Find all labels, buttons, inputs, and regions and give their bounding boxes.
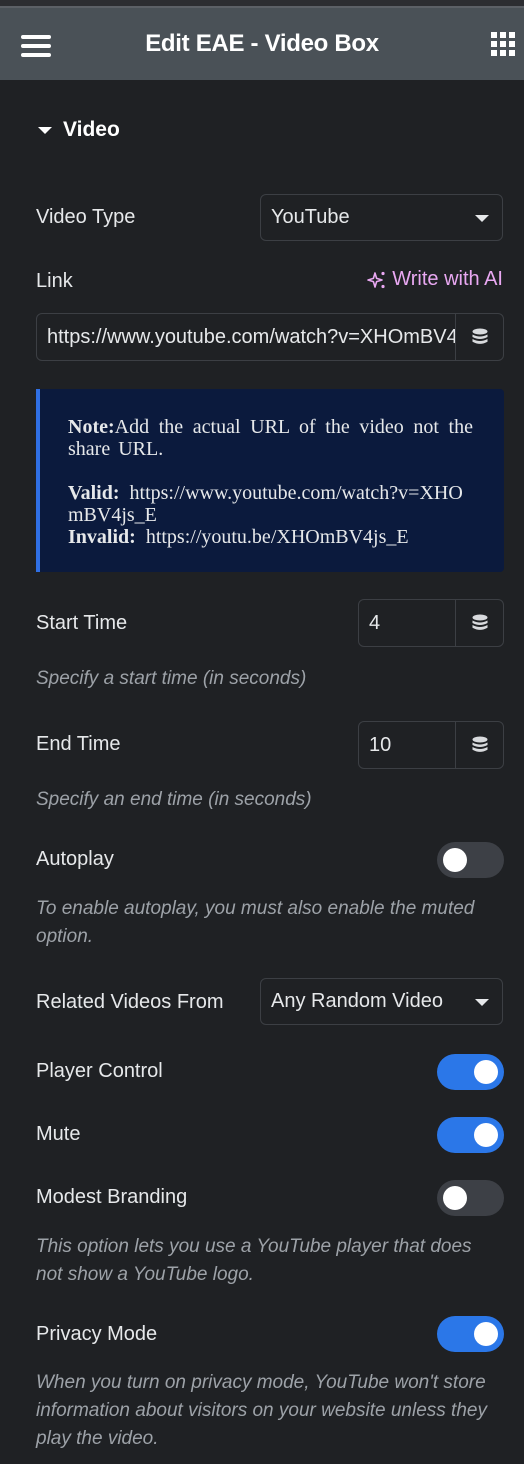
start-time-input-group: 4 [358, 599, 504, 647]
section-toggle-video[interactable]: Video [38, 118, 120, 142]
database-icon [472, 736, 487, 752]
database-icon [472, 614, 487, 630]
video-type-select[interactable]: YouTube [260, 194, 503, 241]
mute-toggle[interactable] [437, 1117, 504, 1153]
valid-line: Valid: https://www.youtube.com/watch?v=X… [68, 482, 473, 526]
note-box: Note:Add the actual URL of the video not… [36, 389, 504, 572]
toggle-knob [474, 1123, 498, 1147]
autoplay-toggle[interactable] [437, 842, 504, 878]
mute-label: Mute [36, 1123, 81, 1145]
toggle-knob [474, 1322, 498, 1346]
chevron-down-icon [475, 999, 489, 1006]
related-videos-value: Any Random Video [271, 990, 443, 1012]
panel-title: Edit EAE - Video Box [145, 30, 379, 57]
privacy-mode-label: Privacy Mode [36, 1323, 158, 1345]
autoplay-hint: To enable autoplay, you must also enable… [36, 898, 475, 947]
end-time-label: End Time [36, 733, 121, 755]
modest-branding-toggle[interactable] [437, 1180, 504, 1216]
chevron-down-icon [475, 215, 489, 222]
valid-label: Valid: [68, 482, 120, 504]
end-time-input-group: 10 [358, 721, 504, 769]
note-text: Add the actual URL of the video not the … [68, 416, 473, 460]
related-videos-select[interactable]: Any Random Video [260, 978, 503, 1025]
write-with-ai-label: Write with AI [392, 268, 503, 290]
video-type-label: Video Type [36, 206, 136, 228]
related-videos-label: Related Videos From [36, 991, 224, 1013]
dynamic-tags-button[interactable] [455, 314, 503, 360]
caret-down-icon [38, 126, 52, 134]
database-icon [472, 328, 487, 344]
modest-branding-label: Modest Branding [36, 1186, 188, 1208]
link-input[interactable]: https://www.youtube.com/watch?v=XHOmBV4j… [37, 314, 455, 360]
video-type-value: YouTube [271, 206, 350, 228]
hamburger-icon[interactable] [21, 35, 51, 57]
start-time-input[interactable]: 4 [359, 600, 455, 646]
panel-header: Edit EAE - Video Box [0, 8, 524, 80]
valid-url: https://www.youtube.com/watch?v=XHOmBV4j… [68, 482, 463, 526]
link-input-group: https://www.youtube.com/watch?v=XHOmBV4j… [36, 313, 504, 361]
player-control-toggle[interactable] [437, 1054, 504, 1090]
invalid-line: Invalid: https://youtu.be/XHOmBV4js_E [68, 526, 473, 548]
modest-branding-hint: This option lets you use a YouTube playe… [36, 1236, 472, 1285]
note-label: Note: [68, 416, 115, 438]
privacy-mode-toggle[interactable] [437, 1316, 504, 1352]
sparkle-icon [367, 271, 385, 288]
autoplay-label: Autoplay [36, 848, 114, 870]
invalid-label: Invalid: [68, 526, 136, 548]
link-label: Link [36, 270, 73, 292]
start-time-label: Start Time [36, 612, 128, 634]
dynamic-tags-button[interactable] [455, 722, 503, 768]
grid-icon[interactable] [491, 32, 515, 56]
toggle-knob [474, 1060, 498, 1084]
end-time-input[interactable]: 10 [359, 722, 455, 768]
write-with-ai-button[interactable]: Write with AI [367, 268, 503, 291]
start-time-hint: Specify a start time (in seconds) [36, 668, 307, 689]
toggle-knob [443, 1186, 467, 1210]
dynamic-tags-button[interactable] [455, 600, 503, 646]
toggle-knob [443, 848, 467, 872]
end-time-hint: Specify an end time (in seconds) [36, 789, 312, 810]
note-paragraph: Note:Add the actual URL of the video not… [68, 416, 473, 460]
invalid-url: https://youtu.be/XHOmBV4js_E [145, 526, 409, 548]
privacy-mode-hint: When you turn on privacy mode, YouTube w… [36, 1372, 487, 1449]
section-title: Video [63, 118, 120, 141]
player-control-label: Player Control [36, 1060, 163, 1082]
